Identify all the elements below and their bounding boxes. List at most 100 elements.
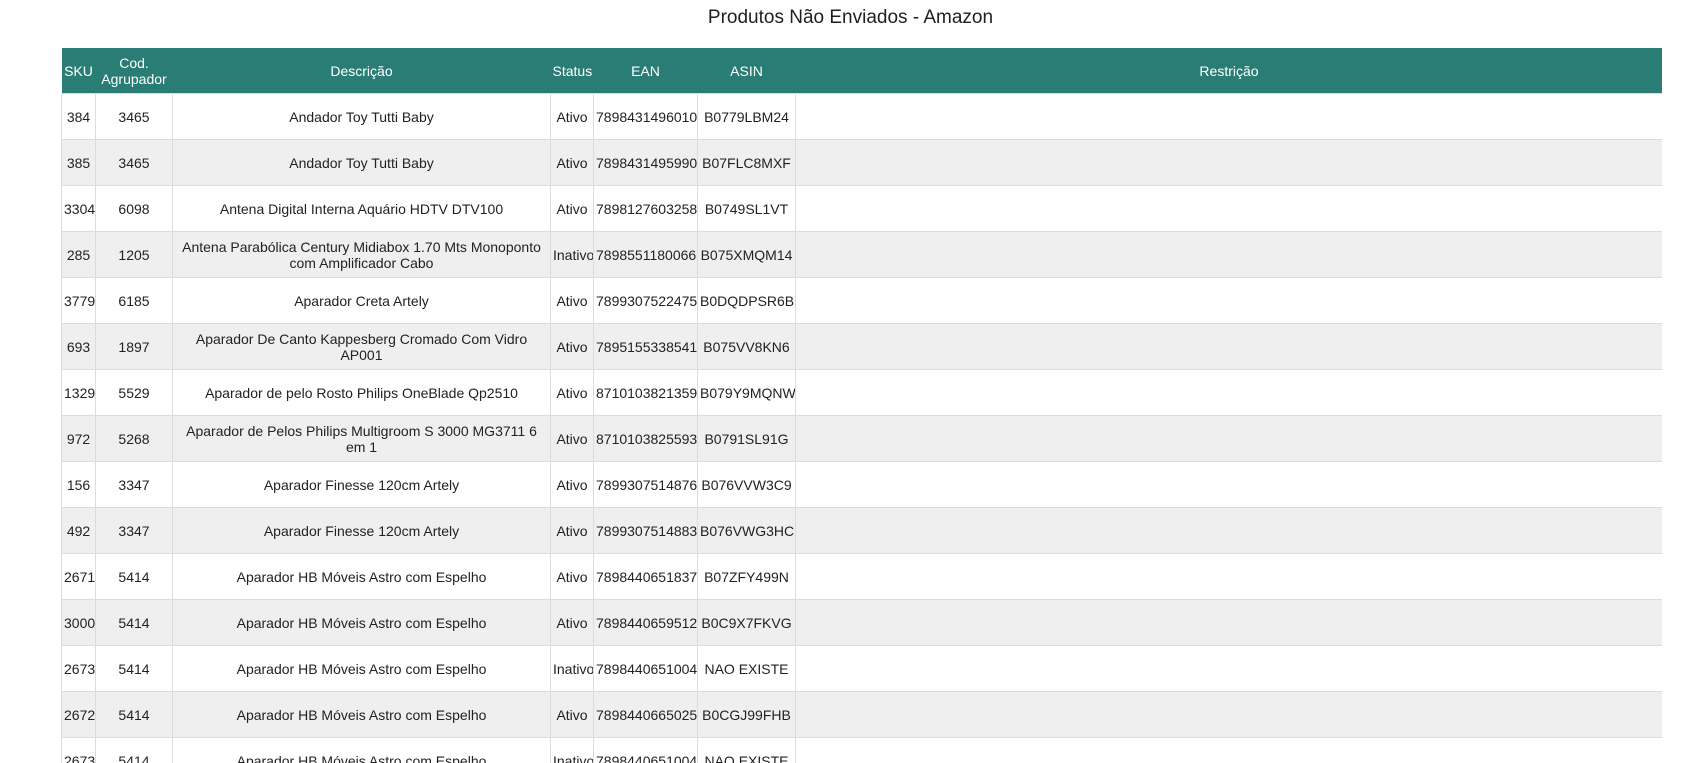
cell-cod-agrupador: 1897 [95, 323, 173, 370]
table-row[interactable]: 492 3347 Aparador Finesse 120cm Artely Ativ… [61, 507, 1662, 554]
table-row[interactable]: 2673 5414 Aparador HB Móveis Astro com Esp… [61, 645, 1662, 692]
cell-sku: 385 [61, 139, 96, 186]
cell-sku: 2672 [61, 691, 96, 738]
cell-sku: 2673 [61, 737, 96, 763]
cell-restricao [795, 369, 1662, 416]
cell-restricao [795, 553, 1662, 600]
cell-descricao: Andador Toy Tutti Baby [172, 139, 551, 186]
cell-restricao [795, 323, 1662, 370]
cell-ean: 7898440651004 [593, 645, 698, 692]
cell-asin: B0749SL1VT [697, 185, 796, 232]
cell-asin: B076VVW3C9 [697, 461, 796, 508]
cell-descricao: Aparador HB Móveis Astro com Espelho [172, 599, 551, 646]
cell-asin: B075XMQM14 [697, 231, 796, 278]
cell-descricao: Antena Parabólica Century Midiabox 1.70 … [172, 231, 551, 278]
table-row[interactable]: 693 1897 Aparador De Canto Kappesberg Crom… [61, 323, 1662, 370]
cell-status: Ativo [550, 599, 594, 646]
table-row[interactable]: 385 3465 Andador Toy Tutti Baby Ativo 789843… [61, 139, 1662, 186]
cell-status: Ativo [550, 415, 594, 462]
table-row[interactable]: 972 5268 Aparador de Pelos Philips Multigr… [61, 415, 1662, 462]
table-row[interactable]: 3779 6185 Aparador Creta Artely Ativo 789930… [61, 277, 1662, 324]
cell-asin: NAO EXISTE [697, 737, 796, 763]
column-header-status[interactable]: Status [550, 48, 594, 94]
cell-cod-agrupador: 1205 [95, 231, 173, 278]
column-header-restricao[interactable]: Restrição [795, 48, 1662, 94]
cell-ean: 7898127603258 [593, 185, 698, 232]
table-row[interactable]: 2671 5414 Aparador HB Móveis Astro com Esp… [61, 553, 1662, 600]
cell-asin: B079Y9MQNW [697, 369, 796, 416]
cell-cod-agrupador: 5529 [95, 369, 173, 416]
cell-cod-agrupador: 5414 [95, 645, 173, 692]
cell-sku: 2671 [61, 553, 96, 600]
table-row[interactable]: 285 1205 Antena Parabólica Century Midiabo… [61, 231, 1662, 278]
cell-restricao [795, 645, 1662, 692]
table-body: 384 3465 Andador Toy Tutti Baby Ativo 789843… [61, 93, 1662, 763]
cell-sku: 693 [61, 323, 96, 370]
column-header-asin[interactable]: ASIN [697, 48, 796, 94]
cell-ean: 7898440651004 [593, 737, 698, 763]
header-row: SKU Cod. Agrupador Descrição Status EAN … [61, 48, 1662, 94]
cell-cod-agrupador: 5414 [95, 691, 173, 738]
cell-status: Inativo [550, 231, 594, 278]
cell-asin: B07FLC8MXF [697, 139, 796, 186]
cell-restricao [795, 691, 1662, 738]
column-header-descricao[interactable]: Descrição [172, 48, 551, 94]
cell-asin: NAO EXISTE [697, 645, 796, 692]
table-row[interactable]: 3000 5414 Aparador HB Móveis Astro com Esp… [61, 599, 1662, 646]
cell-restricao [795, 139, 1662, 186]
table-row[interactable]: 3304 6098 Antena Digital Interna Aquário H… [61, 185, 1662, 232]
cell-cod-agrupador: 3465 [95, 139, 173, 186]
cell-descricao: Antena Digital Interna Aquário HDTV DTV1… [172, 185, 551, 232]
cell-restricao [795, 737, 1662, 763]
cell-cod-agrupador: 6098 [95, 185, 173, 232]
cell-status: Inativo [550, 737, 594, 763]
cell-status: Ativo [550, 553, 594, 600]
cell-cod-agrupador: 5414 [95, 599, 173, 646]
cell-restricao [795, 231, 1662, 278]
cell-asin: B075VV8KN6 [697, 323, 796, 370]
cell-ean: 7898431495990 [593, 139, 698, 186]
cell-status: Inativo [550, 645, 594, 692]
cell-descricao: Aparador HB Móveis Astro com Espelho [172, 553, 551, 600]
products-table: SKU Cod. Agrupador Descrição Status EAN … [61, 48, 1662, 763]
cell-sku: 285 [61, 231, 96, 278]
cell-restricao [795, 599, 1662, 646]
cell-ean: 7899307514876 [593, 461, 698, 508]
table-row[interactable]: 2673 5414 Aparador HB Móveis Astro com Esp… [61, 737, 1662, 763]
column-header-sku[interactable]: SKU [61, 48, 96, 94]
cell-ean: 7898551180066 [593, 231, 698, 278]
cell-descricao: Aparador De Canto Kappesberg Cromado Com… [172, 323, 551, 370]
cell-ean: 7898440665025 [593, 691, 698, 738]
cell-asin: B076VWG3HC [697, 507, 796, 554]
cell-status: Ativo [550, 507, 594, 554]
cell-ean: 7895155338541 [593, 323, 698, 370]
column-header-cod-agrupador[interactable]: Cod. Agrupador [95, 48, 173, 94]
table-header: SKU Cod. Agrupador Descrição Status EAN … [61, 48, 1662, 94]
cell-asin: B07ZFY499N [697, 553, 796, 600]
cell-descricao: Aparador Finesse 120cm Artely [172, 461, 551, 508]
cell-sku: 972 [61, 415, 96, 462]
cell-sku: 1329 [61, 369, 96, 416]
cell-cod-agrupador: 3465 [95, 93, 173, 140]
cell-cod-agrupador: 5268 [95, 415, 173, 462]
cell-sku: 3779 [61, 277, 96, 324]
column-header-ean[interactable]: EAN [593, 48, 698, 94]
cell-sku: 3000 [61, 599, 96, 646]
cell-restricao [795, 507, 1662, 554]
cell-cod-agrupador: 5414 [95, 737, 173, 763]
table-row[interactable]: 156 3347 Aparador Finesse 120cm Artely Ativ… [61, 461, 1662, 508]
cell-cod-agrupador: 6185 [95, 277, 173, 324]
cell-status: Ativo [550, 139, 594, 186]
table-row[interactable]: 2672 5414 Aparador HB Móveis Astro com Esp… [61, 691, 1662, 738]
products-table-container: SKU Cod. Agrupador Descrição Status EAN … [61, 48, 1662, 763]
table-row[interactable]: 384 3465 Andador Toy Tutti Baby Ativo 789843… [61, 93, 1662, 140]
table-row[interactable]: 1329 5529 Aparador de pelo Rosto Philips O… [61, 369, 1662, 416]
cell-descricao: Aparador de pelo Rosto Philips OneBlade … [172, 369, 551, 416]
cell-asin: B0779LBM24 [697, 93, 796, 140]
cell-ean: 7898431496010 [593, 93, 698, 140]
page-title: Produtos Não Enviados - Amazon [707, 7, 994, 28]
cell-ean: 7898440651837 [593, 553, 698, 600]
cell-status: Ativo [550, 323, 594, 370]
cell-asin: B0CGJ99FHB [697, 691, 796, 738]
cell-restricao [795, 93, 1662, 140]
